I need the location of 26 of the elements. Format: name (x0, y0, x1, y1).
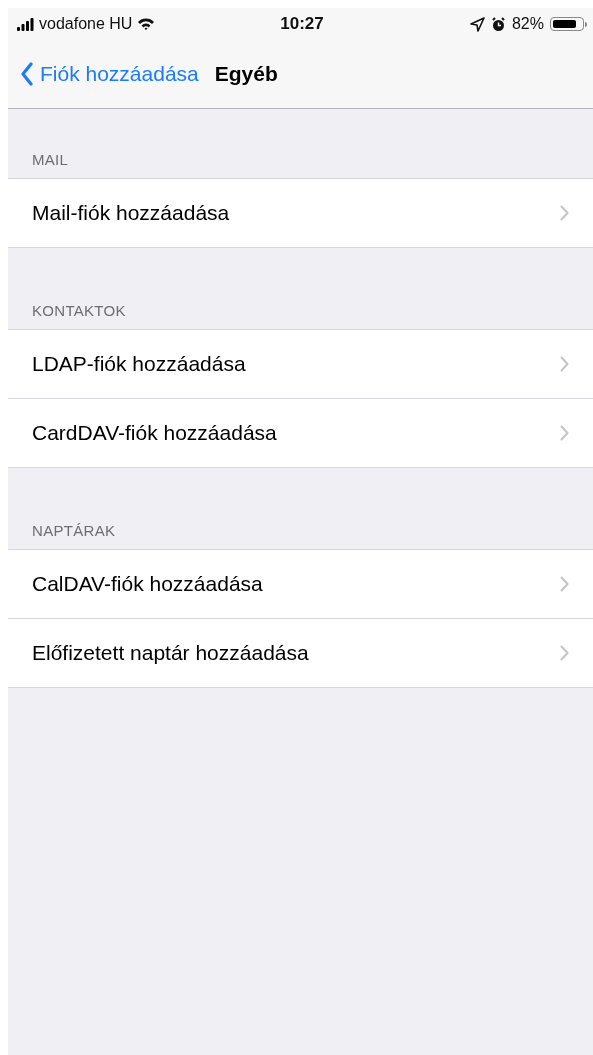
chevron-icon (560, 356, 569, 372)
chevron-icon (560, 645, 569, 661)
row-label: Mail-fiók hozzáadása (32, 201, 230, 225)
row-label: CalDAV-fiók hozzáadása (32, 572, 263, 596)
carrier-name: vodafone HU (39, 15, 133, 33)
chevron-icon (560, 205, 569, 221)
wifi-icon (137, 17, 156, 31)
row-label: CardDAV-fiók hozzáadása (32, 421, 277, 445)
list-row[interactable]: LDAP-fiók hozzáadása (8, 330, 593, 399)
list-row[interactable]: CalDAV-fiók hozzáadása (8, 550, 593, 619)
page-title: Egyéb (214, 62, 278, 86)
back-button[interactable]: Fiók hozzáadása (20, 62, 199, 86)
list-row[interactable]: Mail-fiók hozzáadása (8, 179, 593, 247)
chevron-icon (560, 425, 569, 441)
chevron-icon (560, 576, 569, 592)
alarm-clock-icon (490, 16, 506, 32)
list-row[interactable]: CardDAV-fiók hozzáadása (8, 399, 593, 467)
clock-time: 10:27 (280, 14, 324, 34)
location-arrow-icon (469, 16, 485, 32)
battery-percentage: 82% (511, 15, 544, 33)
battery-icon (550, 17, 584, 31)
row-label: LDAP-fiók hozzáadása (32, 352, 246, 376)
list-row[interactable]: Előfizetett naptár hozzáadása (8, 619, 593, 687)
back-chevron-icon (20, 62, 34, 86)
signal-icon (17, 17, 34, 31)
row-label: Előfizetett naptár hozzáadása (32, 641, 309, 665)
